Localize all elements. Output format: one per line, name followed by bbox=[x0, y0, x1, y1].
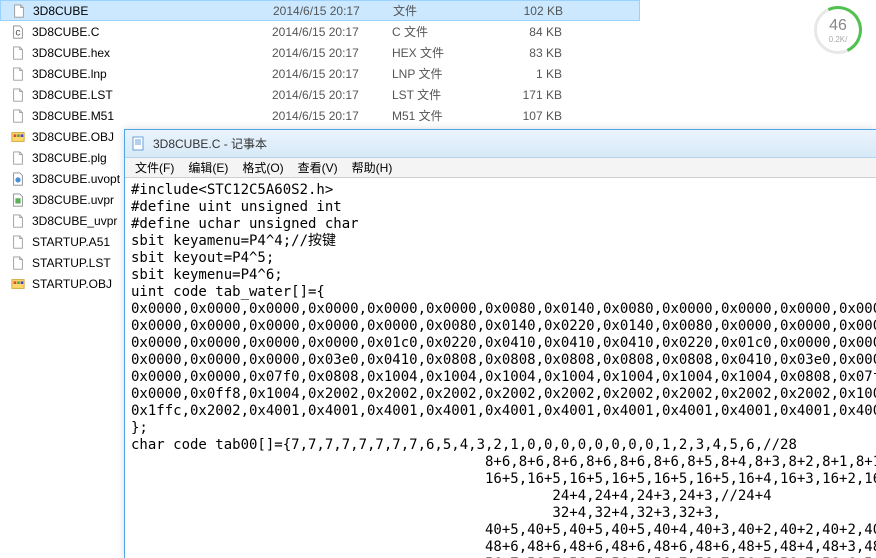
menu-item[interactable]: 查看(V) bbox=[292, 158, 344, 177]
file-icon bbox=[10, 234, 26, 250]
file-name: 3D8CUBE.C bbox=[32, 25, 272, 39]
notepad-content[interactable]: #include<STC12C5A60S2.h> #define uint un… bbox=[127, 180, 876, 558]
file-icon bbox=[10, 129, 26, 145]
file-row[interactable]: c 3D8CUBE.C2014/6/15 20:17C 文件84 KB bbox=[0, 21, 640, 42]
file-size: 84 KB bbox=[492, 25, 562, 39]
file-size: 102 KB bbox=[493, 4, 563, 18]
file-date: 2014/6/15 20:17 bbox=[272, 25, 392, 39]
menu-item[interactable]: 文件(F) bbox=[129, 158, 180, 177]
notepad-title: 3D8CUBE.C - 记事本 bbox=[153, 135, 267, 152]
file-icon bbox=[10, 108, 26, 124]
menu-item[interactable]: 帮助(H) bbox=[346, 158, 399, 177]
file-icon bbox=[10, 87, 26, 103]
file-name: 3D8CUBE bbox=[33, 4, 273, 18]
file-icon bbox=[10, 213, 26, 229]
svg-text:c: c bbox=[15, 26, 20, 38]
file-date: 2014/6/15 20:17 bbox=[272, 67, 392, 81]
file-type: HEX 文件 bbox=[392, 44, 492, 61]
file-name: 3D8CUBE.hex bbox=[32, 46, 272, 60]
menu-item[interactable]: 格式(O) bbox=[236, 158, 289, 177]
file-size: 171 KB bbox=[492, 88, 562, 102]
gauge-value: 46 bbox=[829, 17, 847, 35]
file-name: 3D8CUBE.LST bbox=[32, 88, 272, 102]
file-row[interactable]: 3D8CUBE.hex2014/6/15 20:17HEX 文件83 KB bbox=[0, 42, 640, 63]
file-icon bbox=[11, 3, 27, 19]
file-icon bbox=[10, 66, 26, 82]
notepad-icon bbox=[131, 136, 147, 152]
notepad-window[interactable]: 3D8CUBE.C - 记事本 文件(F)编辑(E)格式(O)查看(V)帮助(H… bbox=[124, 129, 876, 558]
performance-gauge: 46 0.2K/ bbox=[814, 6, 862, 54]
file-icon bbox=[10, 45, 26, 61]
file-type: C 文件 bbox=[392, 23, 492, 40]
file-type: M51 文件 bbox=[392, 107, 492, 124]
file-date: 2014/6/15 20:17 bbox=[272, 88, 392, 102]
file-size: 1 KB bbox=[492, 67, 562, 81]
file-icon: c bbox=[10, 24, 26, 40]
file-date: 2014/6/15 20:17 bbox=[272, 109, 392, 123]
menu-item[interactable]: 编辑(E) bbox=[182, 158, 234, 177]
file-row[interactable]: 3D8CUBE.M512014/6/15 20:17M51 文件107 KB bbox=[0, 105, 640, 126]
file-date: 2014/6/15 20:17 bbox=[273, 4, 393, 18]
file-type: LST 文件 bbox=[392, 86, 492, 103]
file-date: 2014/6/15 20:17 bbox=[272, 46, 392, 60]
file-name: 3D8CUBE.M51 bbox=[32, 109, 272, 123]
file-row[interactable]: 3D8CUBE.lnp2014/6/15 20:17LNP 文件1 KB bbox=[0, 63, 640, 84]
notepad-titlebar[interactable]: 3D8CUBE.C - 记事本 bbox=[125, 130, 876, 158]
file-row[interactable]: 3D8CUBE.LST2014/6/15 20:17LST 文件171 KB bbox=[0, 84, 640, 105]
file-type: 文件 bbox=[393, 2, 493, 19]
file-icon bbox=[10, 276, 26, 292]
file-icon bbox=[10, 192, 26, 208]
file-icon bbox=[10, 150, 26, 166]
file-name: 3D8CUBE.lnp bbox=[32, 67, 272, 81]
file-size: 107 KB bbox=[492, 109, 562, 123]
file-size: 83 KB bbox=[492, 46, 562, 60]
notepad-menubar: 文件(F)编辑(E)格式(O)查看(V)帮助(H) bbox=[125, 158, 876, 178]
file-row[interactable]: 3D8CUBE2014/6/15 20:17文件102 KB bbox=[0, 0, 640, 21]
file-icon bbox=[10, 171, 26, 187]
file-type: LNP 文件 bbox=[392, 65, 492, 82]
gauge-sub: 0.2K/ bbox=[829, 35, 848, 44]
file-icon bbox=[10, 255, 26, 271]
